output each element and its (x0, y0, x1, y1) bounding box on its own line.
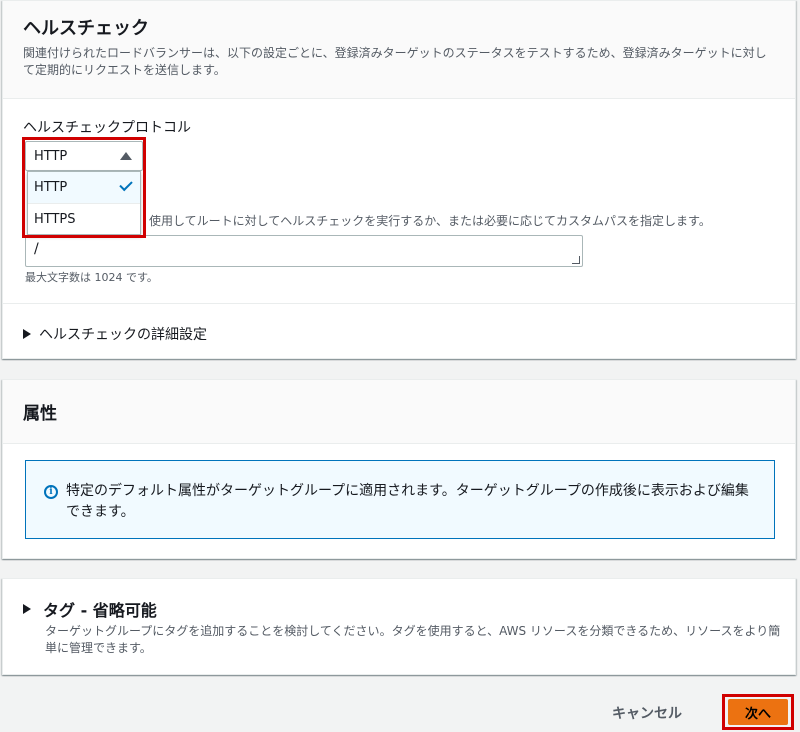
protocol-option-https[interactable]: HTTPS (28, 203, 140, 234)
protocol-select[interactable]: HTTP (25, 141, 143, 171)
health-check-description: 関連付けられたロードバランサーは、以下の設定ごとに、登録済みターゲットのステータ… (23, 46, 767, 77)
caret-right-icon (23, 329, 31, 339)
path-value: / (34, 241, 39, 257)
check-icon (119, 177, 133, 192)
attributes-title: 属性 (23, 404, 57, 424)
resize-handle-icon[interactable] (572, 256, 580, 264)
tags-description: ターゲットグループにタグを追加することを検討してください。タグを使用すると、AW… (45, 624, 781, 655)
advanced-settings-toggle[interactable]: ヘルスチェックの詳細設定 (23, 324, 207, 344)
protocol-label: ヘルスチェックプロトコル (23, 120, 191, 136)
path-hint: 使用してルートに対してヘルスチェックを実行するか、または必要に応じてカスタムパス… (149, 214, 711, 228)
divider (3, 303, 795, 304)
protocol-select-value: HTTP (34, 148, 68, 164)
protocol-option-http[interactable]: HTTP (28, 172, 140, 203)
path-max-length-note: 最大文字数は 1024 です。 (25, 271, 158, 284)
info-icon: i (44, 485, 58, 499)
protocol-dropdown: HTTP HTTPS (27, 171, 141, 235)
tags-panel: タグ - 省略可能 ターゲットグループにタグを追加することを検討してください。タ… (2, 578, 796, 675)
attributes-panel: 属性 i 特定のデフォルト属性がターゲットグループに適用されます。ターゲットグル… (2, 379, 796, 559)
info-alert: i 特定のデフォルト属性がターゲットグループに適用されます。ターゲットグループの… (25, 460, 775, 539)
attributes-header: 属性 (3, 380, 795, 444)
option-label: HTTPS (34, 211, 76, 227)
health-check-panel: ヘルスチェック 関連付けられたロードバランサーは、以下の設定ごとに、登録済みター… (2, 0, 796, 359)
tags-toggle[interactable]: タグ - 省略可能 (23, 597, 157, 621)
tags-title: タグ - 省略可能 (43, 601, 157, 620)
advanced-settings-label: ヘルスチェックの詳細設定 (39, 327, 207, 343)
info-text: 特定のデフォルト属性がターゲットグループに適用されます。ターゲットグループの作成… (66, 483, 749, 520)
health-check-path-input[interactable]: / (25, 235, 583, 267)
caret-right-icon (23, 604, 31, 614)
health-check-header: ヘルスチェック 関連付けられたロードバランサーは、以下の設定ごとに、登録済みター… (3, 1, 795, 99)
next-button[interactable]: 次へ (728, 699, 788, 725)
caret-up-icon (120, 152, 132, 160)
option-label: HTTP (34, 180, 68, 195)
health-check-title: ヘルスチェック (23, 18, 149, 39)
cancel-button[interactable]: キャンセル (612, 700, 682, 726)
